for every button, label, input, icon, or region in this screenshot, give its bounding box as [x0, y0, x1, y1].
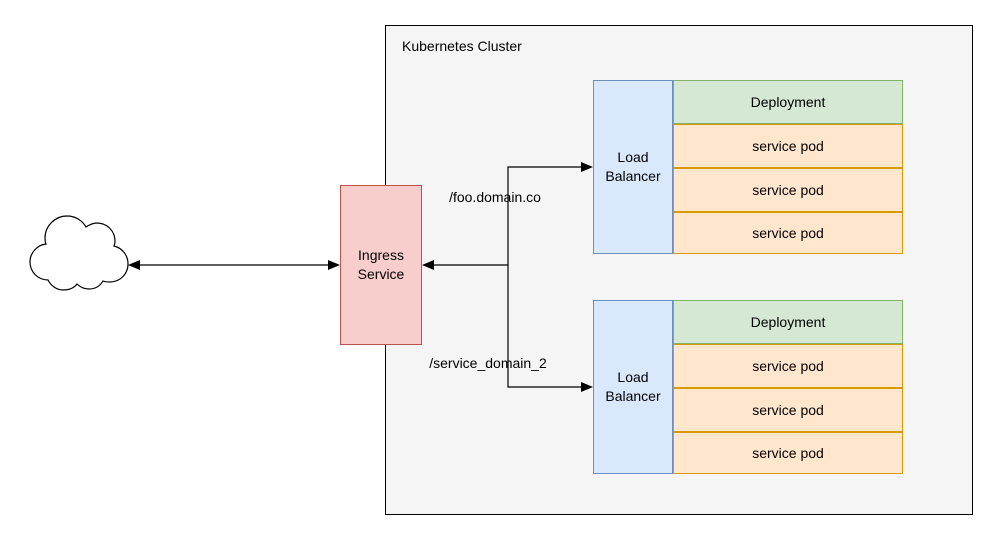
pod-top-2: service pod	[673, 212, 903, 254]
deployment-bottom: Deployment	[673, 300, 903, 344]
diagram-canvas: Kubernetes Cluster Ingress Service Load …	[0, 0, 1002, 542]
pod-top-0: service pod	[673, 124, 903, 168]
cluster-title: Kubernetes Cluster	[402, 38, 522, 54]
ingress-label: Ingress Service	[341, 246, 421, 284]
pod-top-0-label: service pod	[752, 138, 824, 154]
pod-bottom-2: service pod	[673, 432, 903, 474]
load-balancer-bottom: Load Balancer	[593, 300, 673, 474]
pod-bottom-1: service pod	[673, 388, 903, 432]
load-balancer-bottom-label: Load Balancer	[594, 368, 672, 406]
pod-top-2-label: service pod	[752, 225, 824, 241]
deployment-top: Deployment	[673, 80, 903, 124]
load-balancer-top: Load Balancer	[593, 80, 673, 254]
route-label-top: /foo.domain.co	[435, 189, 555, 205]
arrow-cloud-ingress	[128, 260, 340, 270]
route-label-bottom: /service_domain_2	[428, 355, 548, 371]
pod-top-1: service pod	[673, 168, 903, 212]
pod-bottom-2-label: service pod	[752, 445, 824, 461]
deployment-top-label: Deployment	[751, 94, 826, 110]
ingress-service-box: Ingress Service	[340, 185, 422, 345]
pod-bottom-1-label: service pod	[752, 402, 824, 418]
deployment-bottom-label: Deployment	[751, 314, 826, 330]
pod-top-1-label: service pod	[752, 182, 824, 198]
cloud-icon	[30, 216, 128, 290]
pod-bottom-0: service pod	[673, 344, 903, 388]
load-balancer-top-label: Load Balancer	[594, 148, 672, 186]
pod-bottom-0-label: service pod	[752, 358, 824, 374]
